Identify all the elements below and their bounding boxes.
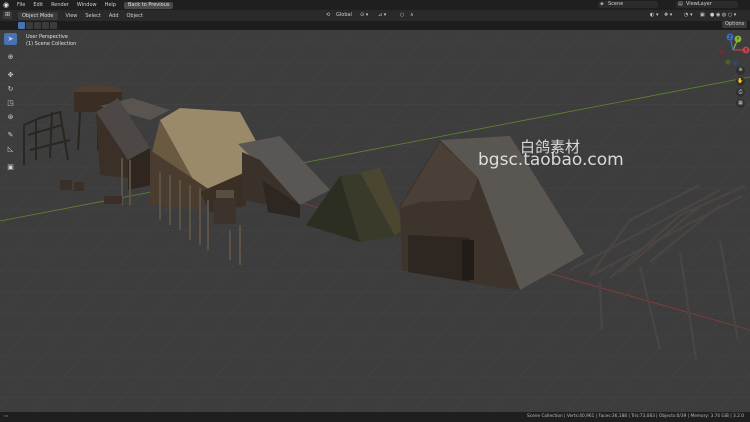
viewport-scene bbox=[0, 30, 750, 412]
viewport-header: ⊞ Object Mode View Select Add Object ⟲ G… bbox=[0, 10, 750, 21]
options-dropdown[interactable]: Options bbox=[722, 21, 748, 28]
view-layer-label: ViewLayer bbox=[686, 1, 712, 7]
mode-selector[interactable]: Object Mode bbox=[18, 11, 58, 20]
pan-icon[interactable]: ✋ bbox=[736, 77, 745, 86]
scene-icon: ◈ bbox=[600, 1, 604, 7]
menu-window[interactable]: Window bbox=[73, 2, 101, 8]
falloff-icon[interactable]: ∧ bbox=[410, 12, 414, 19]
menu-select[interactable]: Select bbox=[81, 13, 104, 19]
viewport-info: User Perspective (1) Scene Collection bbox=[26, 34, 76, 48]
navigation-gizmo[interactable]: X Y Z bbox=[716, 33, 750, 67]
menu-render[interactable]: Render bbox=[47, 2, 73, 8]
proportional-edit-icon[interactable]: ○ bbox=[400, 12, 404, 19]
scene-selector[interactable]: ◈ Scene bbox=[598, 1, 658, 8]
menu-add[interactable]: Add bbox=[105, 13, 123, 19]
scale-icon[interactable]: ◳ bbox=[4, 97, 17, 109]
camera-icon[interactable]: ⎙ bbox=[736, 88, 745, 97]
annotate-icon[interactable]: ✎ bbox=[4, 129, 17, 141]
rotate-icon[interactable]: ↻ bbox=[4, 83, 17, 95]
orientation-selector[interactable]: Global bbox=[336, 12, 352, 19]
snap-icon[interactable]: ⊿ ▾ bbox=[378, 12, 386, 19]
editor-type-icon[interactable]: ⊞ bbox=[3, 11, 12, 19]
navigation-buttons: ⊕ ✋ ⎙ ▦ bbox=[736, 66, 745, 110]
menu-edit[interactable]: Edit bbox=[29, 2, 47, 8]
select-box-icon[interactable]: ➤ bbox=[4, 33, 17, 45]
grid-icon[interactable]: ▦ bbox=[736, 99, 745, 108]
add-cube-icon[interactable]: ▣ bbox=[4, 161, 17, 173]
menu-help[interactable]: Help bbox=[101, 2, 120, 8]
transform-icon[interactable]: ⊛ bbox=[4, 111, 17, 123]
select-subtract-icon[interactable] bbox=[34, 22, 41, 29]
xray-icon[interactable]: ▣ bbox=[700, 12, 705, 19]
menu-view[interactable]: View bbox=[62, 13, 82, 19]
gizmo-x-label: X bbox=[745, 48, 748, 53]
view-layer-selector[interactable]: ▤ ViewLayer bbox=[676, 1, 738, 8]
perspective-label: User Perspective bbox=[26, 34, 68, 40]
gizmo-y-label: Y bbox=[736, 37, 740, 42]
view-layer-icon: ▤ bbox=[678, 1, 683, 7]
status-text: Scene Collection | Verts:40,961 | Faces:… bbox=[527, 414, 744, 419]
zoom-icon[interactable]: ⊕ bbox=[736, 66, 745, 75]
blender-logo[interactable]: ◉ bbox=[2, 1, 10, 9]
left-toolbar: ➤ ⊕ ✥ ↻ ◳ ⊛ ✎ ◺ ▣ bbox=[4, 33, 18, 175]
watermark-url: bgsc.taobao.com bbox=[478, 150, 624, 170]
well bbox=[214, 190, 236, 224]
orientation-icon[interactable]: ⟲ bbox=[326, 12, 330, 19]
back-to-previous-button[interactable]: Back to Previous bbox=[124, 1, 174, 9]
3d-viewport[interactable] bbox=[0, 30, 750, 412]
select-new-icon[interactable] bbox=[18, 22, 25, 29]
overlay-toggle-icon[interactable]: ◔ ▾ bbox=[684, 12, 692, 19]
menu-object[interactable]: Object bbox=[123, 13, 147, 19]
menu-file[interactable]: File bbox=[13, 2, 29, 8]
move-icon[interactable]: ✥ bbox=[4, 69, 17, 81]
scene-label: Scene bbox=[608, 1, 624, 7]
cursor-icon[interactable]: ⊕ bbox=[4, 51, 17, 63]
measure-icon[interactable]: ◺ bbox=[4, 143, 17, 155]
collection-label: (1) Scene Collection bbox=[26, 41, 77, 47]
gizmo-toggle-icon[interactable]: ✥ ▾ bbox=[664, 12, 672, 19]
shading-icons[interactable]: ● ◉ ◍ ○ ▾ bbox=[710, 12, 736, 19]
select-invert-icon[interactable] bbox=[42, 22, 49, 29]
visibility-icon[interactable]: ◐ ▾ bbox=[650, 12, 658, 19]
status-mouse-icon: ▭ bbox=[4, 414, 9, 419]
selection-modes bbox=[18, 22, 58, 29]
pivot-icon[interactable]: ⊙ ▾ bbox=[360, 12, 368, 19]
select-extend-icon[interactable] bbox=[26, 22, 33, 29]
status-bar: ▭ Scene Collection | Verts:40,961 | Face… bbox=[0, 412, 750, 422]
gizmo-z-label: Z bbox=[729, 35, 732, 40]
select-intersect-icon[interactable] bbox=[50, 22, 57, 29]
